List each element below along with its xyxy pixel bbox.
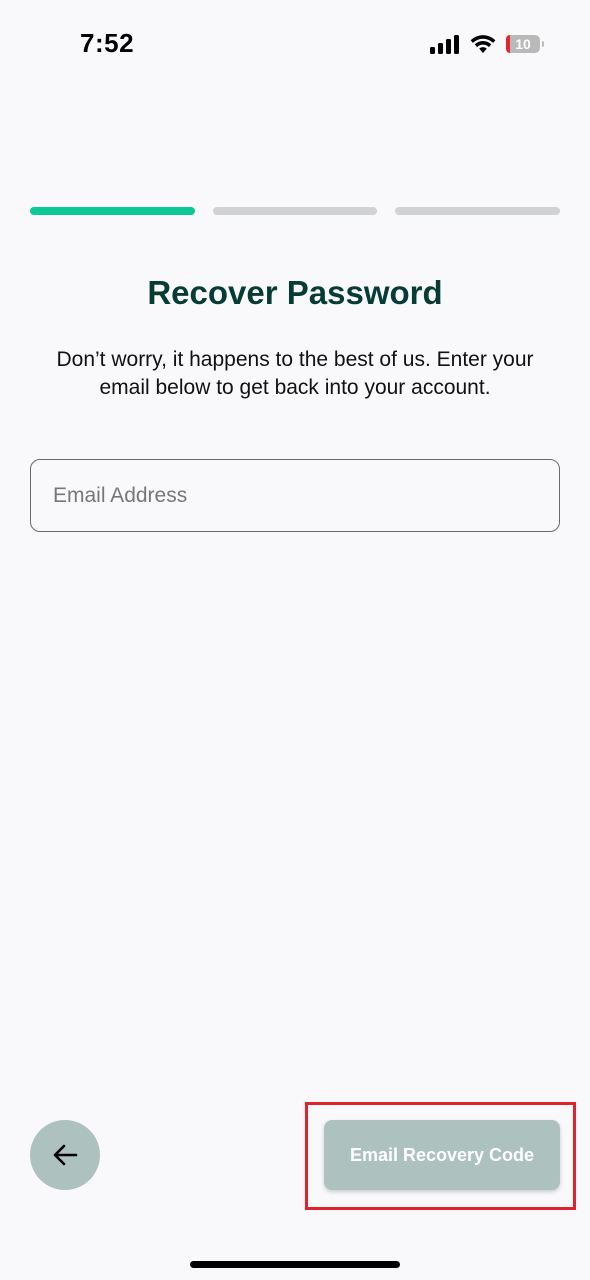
progress-step-1 [30,207,195,215]
status-time: 7:52 [80,28,135,58]
back-button[interactable] [30,1120,100,1190]
progress-step-2 [212,207,378,215]
email-field[interactable] [30,459,560,532]
page-title: Recover Password [147,274,443,311]
recover-password-screen: 7:52 10 Recover Password Don’t worry, it… [0,0,590,1280]
email-recovery-code-button[interactable]: Email Recovery Code [324,1120,560,1190]
status-icons: 10 [430,33,544,55]
home-indicator [190,1261,400,1268]
battery-level: 10 [515,36,531,52]
arrow-left-icon [53,1144,78,1166]
page-subtitle: Don’t worry, it happens to the best of u… [56,348,534,399]
step-progress-bar [30,207,561,215]
battery-icon: 10 [506,35,544,53]
wifi-icon [470,34,496,54]
cellular-signal-icon [430,34,460,54]
progress-step-3 [395,207,561,215]
status-bar: 7:52 10 [0,0,590,88]
